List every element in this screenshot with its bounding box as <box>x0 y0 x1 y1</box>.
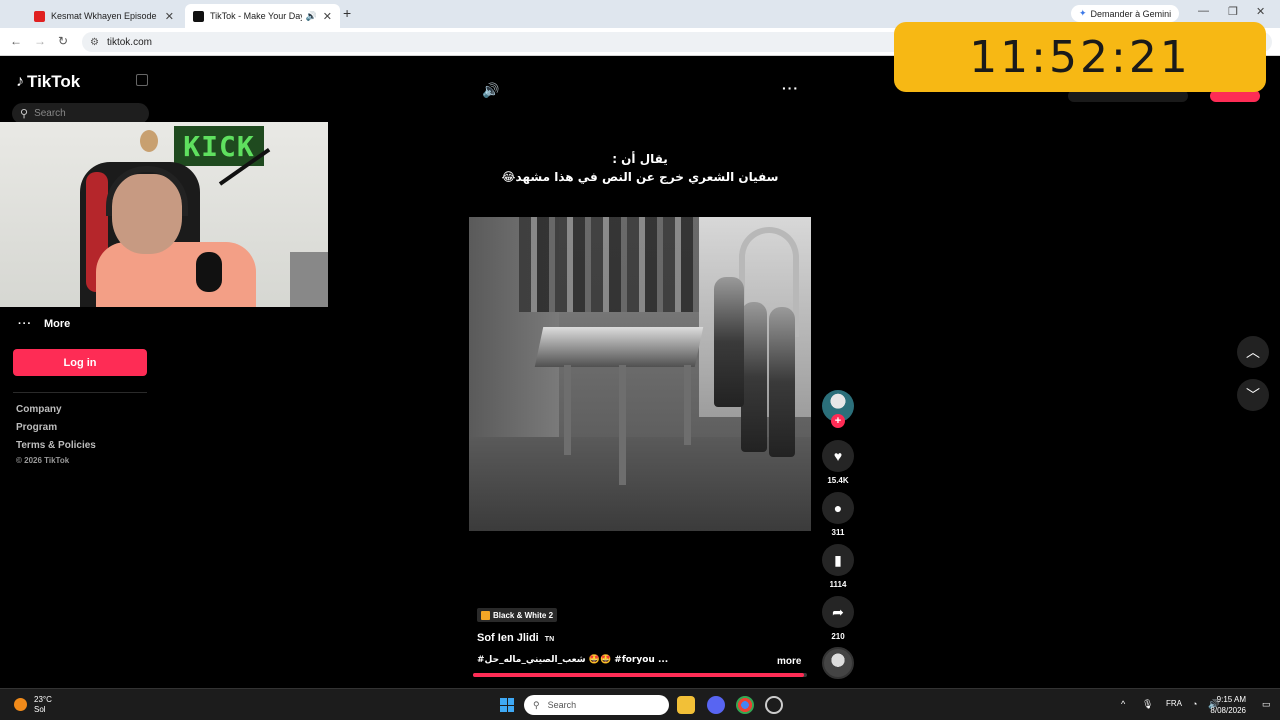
chrome-icon[interactable] <box>736 696 754 714</box>
login-button[interactable]: Log in <box>13 349 147 376</box>
clock-overlay: 11:52:21 <box>894 22 1266 92</box>
tiktok-logo[interactable]: ♪ TikTok <box>16 72 80 92</box>
author-name[interactable]: Sof Ien Jlidi TN <box>477 632 554 644</box>
progress-fill <box>473 673 804 677</box>
youtube-icon <box>34 10 45 22</box>
video-caption-line1: يقال أن : <box>612 152 668 166</box>
effect-tag[interactable]: Black & White 2 <box>477 608 558 622</box>
gemini-icon: ✦ <box>1079 8 1087 18</box>
country-flag: TN <box>544 636 555 643</box>
tiktok-favicon-icon <box>193 10 204 22</box>
taskbar-search[interactable]: ⚲ Search <box>524 695 669 715</box>
tab-kesmat[interactable]: Kesmat Wkhayen Episode 01 R ✕ <box>26 4 182 28</box>
share-count: 210 <box>831 632 845 641</box>
taskbar: 23°C Sol ⚲ Search ^ 🎙 FRA ◔ 🔊 9:15 AM 8/… <box>0 688 1280 720</box>
language-indicator[interactable]: FRA <box>1166 699 1182 708</box>
child-figure <box>741 302 767 452</box>
system-clock[interactable]: 9:15 AM 8/08/2026 <box>1202 694 1246 716</box>
bookmark-icon: ▮ <box>834 551 842 568</box>
adult-figure <box>714 277 744 407</box>
video-caption-line2: سفيان الشعري خرج عن النص في هذا مشهد😂 <box>501 170 779 184</box>
reload-icon[interactable]: ↻ <box>58 34 68 48</box>
collapse-sidebar-icon[interactable] <box>136 74 148 86</box>
more-menu[interactable]: ··· More <box>18 318 70 330</box>
music-disc[interactable] <box>822 647 854 679</box>
follow-plus-icon[interactable]: + <box>831 414 845 428</box>
comment-button[interactable]: ● <box>822 492 854 524</box>
tiktok-note-icon: ♪ <box>16 73 24 90</box>
heart-icon: ♥ <box>833 448 843 464</box>
more-description-link[interactable]: more <box>777 656 801 667</box>
speaker-icon[interactable]: 🔊 <box>306 11 317 22</box>
market-table <box>534 327 704 367</box>
tray-chevron-icon[interactable]: ^ <box>1121 699 1125 709</box>
weather-icon[interactable] <box>14 698 27 711</box>
file-explorer-icon[interactable] <box>677 696 695 714</box>
chevron-down-icon: ﹀ <box>1246 387 1260 403</box>
comment-count: 311 <box>831 528 845 537</box>
close-tab-icon[interactable]: ✕ <box>323 10 332 23</box>
microphone <box>196 252 222 292</box>
video-options-icon[interactable]: ··· <box>782 80 799 96</box>
forward-icon[interactable]: → <box>34 34 46 48</box>
video-player[interactable] <box>469 217 811 531</box>
close-window-icon[interactable]: ✕ <box>1256 5 1265 18</box>
footer-link-program[interactable]: Program <box>16 422 57 433</box>
weather-widget[interactable]: 23°C Sol <box>34 695 52 715</box>
share-button[interactable]: ➦ <box>822 596 854 628</box>
maximize-icon[interactable]: ❐ <box>1228 5 1238 18</box>
chevron-up-icon: ︿ <box>1246 344 1260 360</box>
wall-decoration <box>140 130 158 152</box>
search-input[interactable]: ⚲ Search <box>12 103 149 124</box>
search-icon: ⚲ <box>20 108 29 120</box>
video-hashtags[interactable]: #شعب_الصيني_ماله_حل 🤩🤩 #foryou ... <box>477 655 668 665</box>
like-count: 15.4K <box>827 476 849 485</box>
save-button[interactable]: ▮ <box>822 544 854 576</box>
divider <box>13 392 147 393</box>
tab-tiktok[interactable]: TikTok - Make Your Day 🔊 ✕ <box>185 4 340 28</box>
video-progress-bar[interactable] <box>473 673 807 677</box>
microphone-icon[interactable]: 🎙 <box>1142 699 1153 710</box>
child-figure <box>769 307 795 457</box>
copyright: © 2026 TikTok <box>16 456 70 465</box>
save-count: 1114 <box>829 580 847 589</box>
next-video-button[interactable]: ﹀ <box>1237 379 1269 411</box>
new-tab-button[interactable]: + <box>343 5 351 21</box>
streamer-shirt <box>96 242 256 307</box>
volume-icon[interactable]: 🔊 <box>482 82 499 99</box>
webcam-overlay: KICK <box>0 122 328 307</box>
notifications-icon[interactable]: ▭ <box>1262 699 1271 710</box>
search-icon: ⚲ <box>533 699 540 710</box>
footer-link-terms[interactable]: Terms & Policies <box>16 440 96 451</box>
app-icon[interactable] <box>765 696 783 714</box>
start-icon[interactable] <box>500 698 514 712</box>
minimize-icon[interactable]: — <box>1198 5 1209 17</box>
like-button[interactable]: ♥ <box>822 440 854 472</box>
previous-video-button[interactable]: ︿ <box>1237 336 1269 368</box>
more-dots-icon: ··· <box>18 318 32 330</box>
hanging-clothes <box>519 217 699 312</box>
effect-icon <box>481 610 490 620</box>
footer-link-company[interactable]: Company <box>16 404 62 415</box>
comment-icon: ● <box>833 500 843 516</box>
gemini-button[interactable]: ✦ Demander à Gemini <box>1071 5 1180 22</box>
wifi-icon[interactable]: ◔ <box>1192 699 1197 709</box>
discord-icon[interactable] <box>707 696 725 714</box>
close-tab-icon[interactable]: ✕ <box>165 10 174 23</box>
share-icon: ➦ <box>832 603 844 620</box>
site-info-icon[interactable]: ⚙ <box>90 37 99 48</box>
back-icon[interactable]: ← <box>10 34 22 48</box>
shelf <box>290 252 328 307</box>
